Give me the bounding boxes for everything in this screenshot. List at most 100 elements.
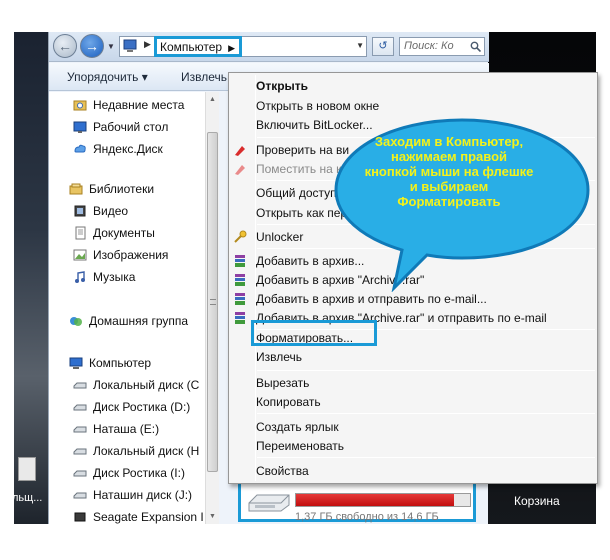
nav-item-drive-j[interactable]: Наташин диск (J:) xyxy=(73,486,192,504)
nav-item-drive-d[interactable]: Диск Ростика (D:) xyxy=(73,398,190,416)
address-crumb-label: Компьютер xyxy=(160,40,223,54)
address-dropdown-icon[interactable]: ▼ xyxy=(356,41,364,50)
video-icon xyxy=(74,205,86,217)
pictures-icon xyxy=(73,249,87,261)
nav-item-pictures[interactable]: Изображения xyxy=(73,246,168,264)
recent-places-icon xyxy=(73,100,87,111)
navigation-pane: Недавние места Рабочий стол Яндекс.Диск … xyxy=(49,92,205,524)
menu-item-label: Вырезать xyxy=(256,375,310,390)
nav-group-libraries[interactable]: Библиотеки xyxy=(69,180,154,198)
libraries-icon xyxy=(69,183,83,195)
menu-item-add-archive-rar-email[interactable]: Добавить в архив "Archive.rar" и отправи… xyxy=(256,308,586,327)
flash-drive-tile[interactable]: 1,37 ГБ свободно из 14,6 ГБ xyxy=(238,478,476,523)
nav-item-yandex-disk[interactable]: Яндекс.Диск xyxy=(73,140,163,158)
menu-item-label: Свойства xyxy=(256,463,309,478)
documents-icon xyxy=(75,226,86,240)
desktop-icon xyxy=(73,121,87,133)
desktop-shortcut-icon[interactable] xyxy=(18,457,36,481)
menu-separator xyxy=(257,413,595,414)
hard-drive-icon xyxy=(73,448,87,455)
winrar-icon xyxy=(235,255,245,267)
nav-group-label: Домашняя группа xyxy=(89,314,189,328)
nav-pane-scrollbar[interactable]: ▲ ▼ xyxy=(205,92,219,524)
nav-item-drive-i[interactable]: Диск Ростика (I:) xyxy=(73,464,185,482)
nav-group-label: Библиотеки xyxy=(89,182,155,196)
nav-item-drive-c[interactable]: Локальный диск (С xyxy=(73,376,199,394)
scroll-up-icon[interactable]: ▲ xyxy=(209,96,216,103)
nav-item-label: Видео xyxy=(93,204,129,218)
menu-separator xyxy=(257,370,595,371)
nav-item-label: Seagate Expansion I xyxy=(93,510,204,524)
scroll-down-icon[interactable]: ▼ xyxy=(209,513,216,520)
menu-item-create-shortcut[interactable]: Создать ярлык xyxy=(256,417,586,436)
search-input[interactable]: Поиск: Ко xyxy=(399,37,485,56)
nav-group-homegroup[interactable]: Домашняя группа xyxy=(69,312,188,330)
nav-item-seagate[interactable]: Seagate Expansion I xyxy=(73,508,204,524)
nav-item-video[interactable]: Видео xyxy=(73,202,128,220)
hard-drive-icon xyxy=(73,470,87,477)
nav-item-drive-h[interactable]: Локальный диск (H xyxy=(73,442,199,460)
menu-item-cut[interactable]: Вырезать xyxy=(256,373,586,392)
nav-item-label: Изображения xyxy=(93,248,169,262)
hard-drive-icon xyxy=(73,382,87,389)
yandex-disk-icon xyxy=(74,144,86,153)
chevron-right-icon: ▶ xyxy=(228,43,236,53)
menu-item-properties[interactable]: Свойства xyxy=(256,461,586,480)
unlocker-icon xyxy=(234,230,247,243)
nav-item-documents[interactable]: Документы xyxy=(73,224,155,242)
winrar-icon xyxy=(235,274,245,286)
nav-item-label: Наташин диск (J:) xyxy=(93,488,193,502)
nav-item-desktop[interactable]: Рабочий стол xyxy=(73,118,168,136)
callout-text: Заходим в Компьютер, нажимаем правой кно… xyxy=(364,134,534,209)
menu-item-label: Открыть xyxy=(256,78,309,93)
nav-item-label: Недавние места xyxy=(93,98,185,112)
hard-drive-icon xyxy=(73,426,87,433)
scroll-grip-icon xyxy=(210,299,216,305)
explorer-nav-bar: ← → ▼ ▶ Компьютер ▶ ▼ ↺ Поиск: Ко xyxy=(49,32,489,62)
scroll-thumb[interactable] xyxy=(207,132,218,472)
desktop-shortcut-label: льщ... xyxy=(14,492,43,504)
menu-item-label: Создать ярлык xyxy=(256,419,339,434)
menu-item-label: Добавить в архив "Archive.rar" и отправи… xyxy=(256,310,547,325)
eject-button[interactable]: Извлечь xyxy=(181,70,227,84)
menu-item-label: Общий доступ xyxy=(256,185,337,200)
nav-item-label: Музыка xyxy=(93,270,136,284)
flash-drive-icon xyxy=(248,494,290,512)
winrar-icon xyxy=(235,312,245,324)
search-placeholder: Поиск: Ко xyxy=(404,40,454,52)
nav-item-drive-e[interactable]: Наташа (E:) xyxy=(73,420,159,438)
address-chevron-icon[interactable]: ▶ xyxy=(144,39,151,50)
homegroup-icon xyxy=(70,317,82,326)
nav-item-recent-places[interactable]: Недавние места xyxy=(73,96,184,114)
nav-group-label: Компьютер xyxy=(89,356,152,370)
nav-group-computer[interactable]: Компьютер xyxy=(69,354,151,372)
music-icon xyxy=(75,271,85,283)
menu-separator xyxy=(257,457,595,458)
address-crumb-computer[interactable]: Компьютер ▶ xyxy=(154,36,243,57)
menu-item-format[interactable]: Форматировать... xyxy=(256,328,586,347)
nav-item-label: Диск Ростика (D:) xyxy=(93,400,191,414)
menu-item-label: Форматировать... xyxy=(256,330,354,345)
nav-item-label: Наташа (E:) xyxy=(93,422,160,436)
organize-button[interactable]: Упорядочить ▾ xyxy=(67,70,148,84)
nav-item-label: Диск Ростика (I:) xyxy=(93,466,185,480)
hard-drive-icon xyxy=(73,404,87,411)
address-bar[interactable]: ▶ Компьютер ▶ ▼ xyxy=(119,36,367,57)
hard-drive-icon xyxy=(73,492,87,499)
search-icon[interactable] xyxy=(470,41,481,52)
menu-item-open[interactable]: Открыть xyxy=(256,76,586,95)
computer-icon xyxy=(123,39,137,52)
refresh-button[interactable]: ↺ xyxy=(372,37,394,56)
nav-item-label: Локальный диск (H xyxy=(93,444,200,458)
forward-button[interactable]: → xyxy=(80,34,104,58)
menu-item-label: Копировать xyxy=(256,394,321,409)
menu-item-rename[interactable]: Переименовать xyxy=(256,436,586,455)
recent-pages-dropdown-icon[interactable]: ▼ xyxy=(107,42,115,51)
menu-item-label: Добавить в архив и отправить по e-mail..… xyxy=(256,291,487,306)
nav-item-label: Документы xyxy=(93,226,155,240)
menu-item-eject[interactable]: Извлечь xyxy=(256,347,586,366)
nav-item-music[interactable]: Музыка xyxy=(73,268,135,286)
back-button[interactable]: ← xyxy=(53,34,77,58)
menu-item-label: Извлечь xyxy=(256,349,303,364)
menu-item-copy[interactable]: Копировать xyxy=(256,392,586,411)
